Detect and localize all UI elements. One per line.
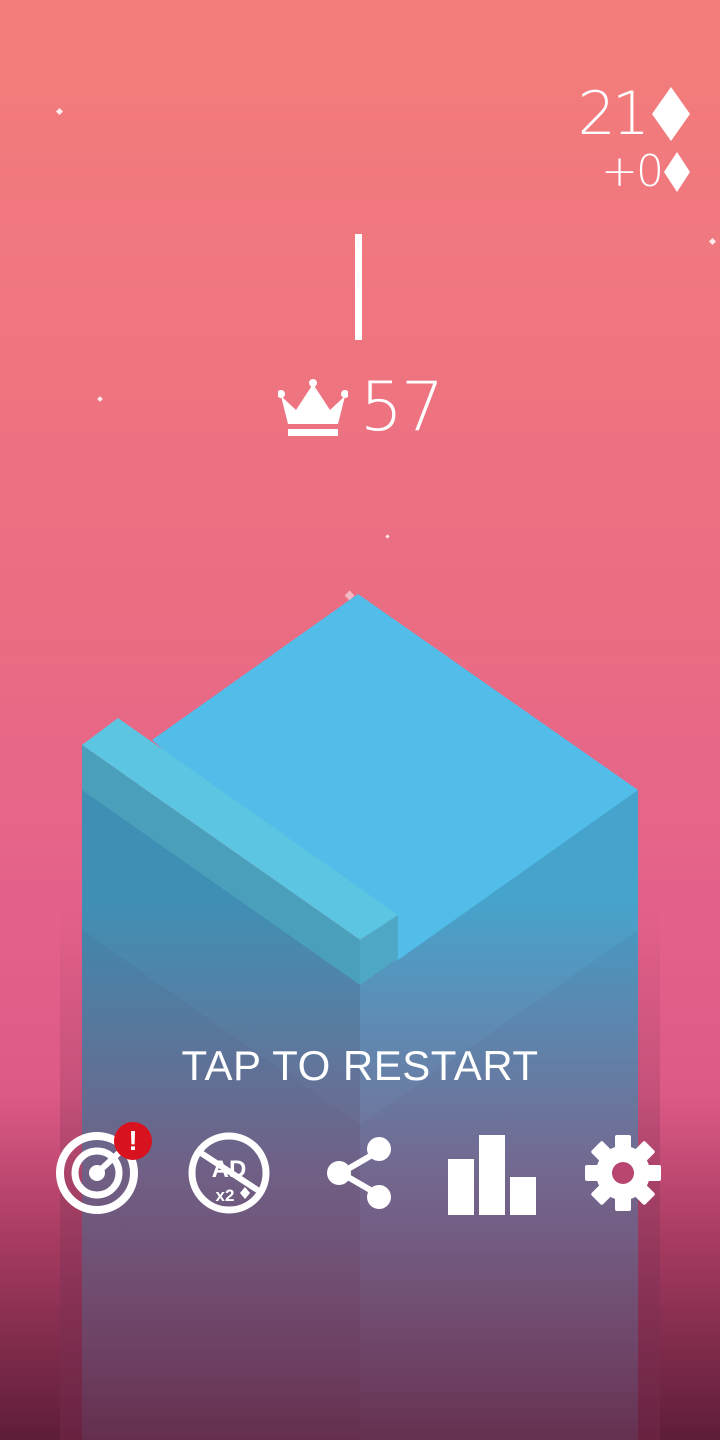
missions-button[interactable]: ! — [52, 1122, 152, 1218]
leaderboard-icon — [448, 1135, 536, 1215]
share-button[interactable] — [314, 1128, 404, 1218]
leaderboard-button[interactable] — [446, 1128, 538, 1218]
ad-label: AD — [212, 1156, 247, 1183]
no-ads-button[interactable]: AD x2 — [184, 1128, 274, 1218]
ad-x2-icon: AD x2 — [188, 1132, 270, 1214]
gear-icon — [585, 1135, 661, 1211]
alert-badge: ! — [114, 1122, 152, 1160]
settings-button[interactable] — [578, 1128, 668, 1218]
share-icon — [327, 1137, 391, 1209]
x2-label: x2 — [216, 1186, 235, 1205]
restart-prompt[interactable]: TAP TO RESTART — [0, 1042, 720, 1090]
block-tower — [60, 594, 660, 1440]
